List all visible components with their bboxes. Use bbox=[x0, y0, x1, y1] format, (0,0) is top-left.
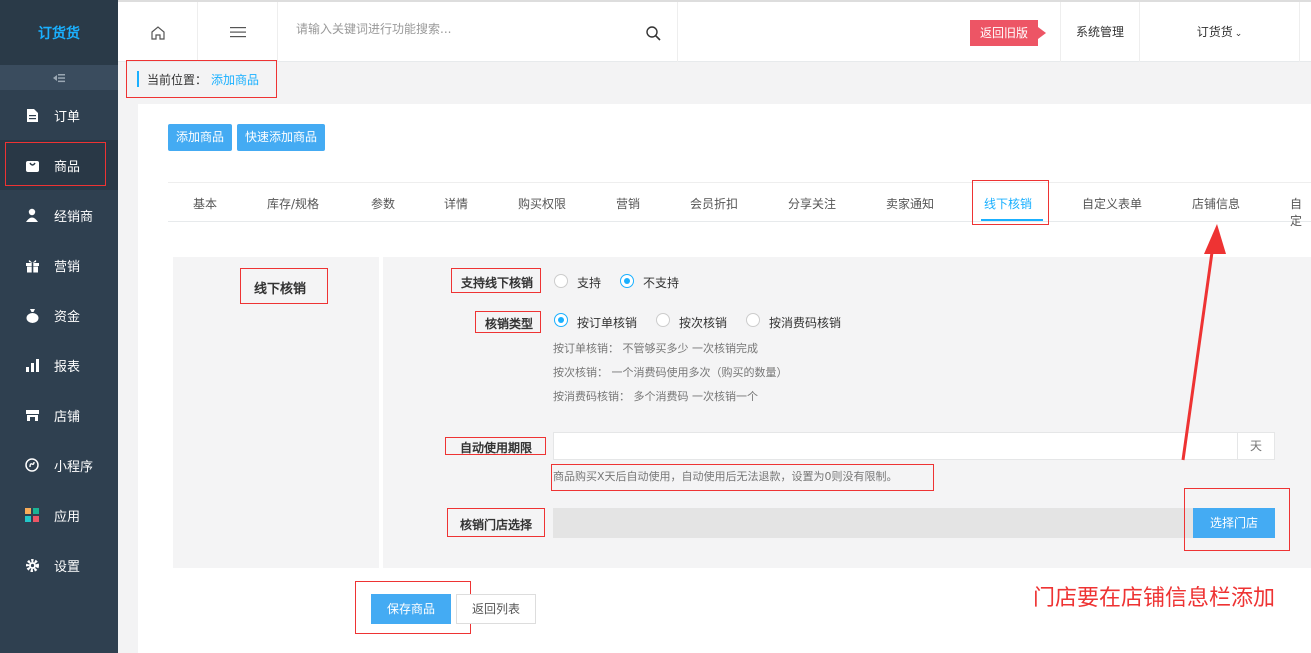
sidebar-item-label: 小程序 bbox=[54, 459, 94, 475]
apps-icon bbox=[24, 507, 40, 523]
tab-seller-notice[interactable]: 卖家通知 bbox=[886, 195, 934, 212]
mini-program-icon bbox=[24, 457, 40, 473]
file-icon bbox=[24, 107, 40, 123]
bar-chart-icon bbox=[24, 357, 40, 373]
tab-marketing[interactable]: 营销 bbox=[616, 195, 640, 212]
sidebar-item-label: 资金 bbox=[54, 309, 81, 325]
sidebar-item-distributors[interactable]: 经销商 bbox=[0, 190, 118, 240]
sidebar-item-label: 经销商 bbox=[54, 209, 94, 225]
quick-add-product-button[interactable]: 快速添加商品 bbox=[237, 124, 326, 151]
type-hint-order: 按订单核销： 不管够买多少 一次核销完成 bbox=[553, 342, 758, 355]
user-name: 订货货 bbox=[1196, 25, 1233, 39]
sidebar-collapse-button[interactable] bbox=[0, 65, 118, 90]
sidebar-item-label: 订单 bbox=[54, 109, 81, 125]
sidebar-item-reports[interactable]: 报表 bbox=[0, 340, 118, 390]
tab-store-info[interactable]: 店铺信息 bbox=[1192, 195, 1240, 212]
sidebar-item-store[interactable]: 店铺 bbox=[0, 390, 118, 440]
sidebar-item-orders[interactable]: 订单 bbox=[0, 90, 118, 140]
system-management-link[interactable]: 系统管理 bbox=[1060, 2, 1140, 62]
return-old-version-button[interactable]: 返回旧版 bbox=[970, 20, 1047, 46]
menu-icon bbox=[229, 27, 246, 38]
tab-custom-form[interactable]: 自定义表单 bbox=[1082, 195, 1142, 212]
user-icon bbox=[24, 207, 40, 223]
search-input[interactable] bbox=[296, 22, 636, 36]
support-yes-radio[interactable] bbox=[554, 274, 568, 288]
selected-stores-field bbox=[553, 508, 1193, 538]
back-to-list-button[interactable]: 返回列表 bbox=[456, 594, 536, 624]
collapse-icon bbox=[53, 73, 65, 82]
store-icon bbox=[24, 407, 40, 423]
auto-use-unit: 天 bbox=[1237, 432, 1275, 460]
section-title: 线下核销 bbox=[254, 282, 307, 297]
search-box bbox=[278, 2, 678, 62]
money-bag-icon bbox=[24, 307, 40, 323]
auto-use-hint: 商品购买X天后自动使用，自动使用后无法退款，设置为0则没有限制。 bbox=[553, 470, 898, 483]
sidebar-item-label: 营销 bbox=[54, 259, 81, 275]
highlight-box bbox=[355, 581, 471, 634]
auto-use-days-input[interactable] bbox=[553, 432, 1238, 460]
type-code-radio[interactable] bbox=[746, 313, 760, 327]
highlight-box bbox=[972, 180, 1049, 225]
add-product-button[interactable]: 添加商品 bbox=[168, 124, 233, 151]
home-button[interactable] bbox=[118, 2, 198, 62]
support-no-radio[interactable] bbox=[620, 274, 634, 288]
gear-icon bbox=[24, 557, 40, 573]
breadcrumb-current[interactable]: 添加商品 bbox=[211, 71, 259, 88]
search-icon[interactable] bbox=[646, 26, 661, 41]
tab-basic[interactable]: 基本 bbox=[193, 195, 217, 212]
menu-toggle-button[interactable] bbox=[198, 2, 278, 62]
sidebar-item-products[interactable]: 商品 bbox=[0, 140, 118, 190]
user-menu[interactable]: 订货货 ⌄ bbox=[1140, 2, 1300, 62]
sidebar: 订货货 订单 商品 经销商 营销 资金 报表 店铺 小程序 应用 设置 bbox=[0, 0, 118, 653]
tab-member-discount[interactable]: 会员折扣 bbox=[690, 195, 738, 212]
sidebar-item-settings[interactable]: 设置 bbox=[0, 540, 118, 590]
sidebar-item-label: 应用 bbox=[54, 509, 81, 525]
tab-stock[interactable]: 库存/规格 bbox=[267, 195, 319, 212]
sidebar-item-label: 设置 bbox=[54, 559, 81, 575]
sidebar-item-mini-program[interactable]: 小程序 bbox=[0, 440, 118, 490]
type-hint-times: 按次核销： 一个消费码使用多次（购买的数量） bbox=[553, 366, 788, 379]
highlight-box bbox=[1184, 488, 1290, 551]
breadcrumb: 当前位置： 添加商品 bbox=[126, 60, 277, 98]
type-times-label: 按次核销 bbox=[679, 316, 728, 330]
home-icon bbox=[150, 25, 165, 40]
top-bar: 返回旧版 系统管理 订货货⌄ bbox=[118, 0, 1311, 62]
gift-icon bbox=[24, 257, 40, 273]
sidebar-item-label: 报表 bbox=[54, 359, 81, 375]
type-order-radio[interactable] bbox=[554, 313, 568, 327]
tab-details[interactable]: 详情 bbox=[444, 195, 468, 212]
sidebar-item-funds[interactable]: 资金 bbox=[0, 290, 118, 340]
store-select-label: 核销门店选择 bbox=[460, 518, 533, 532]
sidebar-item-marketing[interactable]: 营销 bbox=[0, 240, 118, 290]
tab-purchase-permission[interactable]: 购买权限 bbox=[518, 195, 566, 212]
support-label: 支持线下核销 bbox=[461, 276, 534, 290]
type-label: 核销类型 bbox=[485, 317, 534, 331]
support-no-label: 不支持 bbox=[643, 276, 680, 290]
annotation-arrow-icon bbox=[1181, 224, 1226, 461]
app-logo[interactable]: 订货货 bbox=[0, 0, 118, 65]
annotation-text: 门店要在店铺信息栏添加 bbox=[1033, 586, 1276, 611]
support-yes-label: 支持 bbox=[577, 276, 602, 290]
type-order-label: 按订单核销 bbox=[577, 316, 638, 330]
tab-custom-more[interactable]: 自定 bbox=[1290, 195, 1311, 229]
section-title-box: 线下核销 bbox=[240, 268, 328, 304]
type-code-label: 按消费码核销 bbox=[769, 316, 842, 330]
tab-share[interactable]: 分享关注 bbox=[788, 195, 836, 212]
type-hint-code: 按消费码核销： 多个消费码 一次核销一个 bbox=[553, 390, 758, 403]
type-times-radio[interactable] bbox=[656, 313, 670, 327]
auto-use-label: 自动使用期限 bbox=[460, 441, 533, 455]
sidebar-item-apps[interactable]: 应用 bbox=[0, 490, 118, 540]
sidebar-item-label: 店铺 bbox=[54, 409, 81, 425]
breadcrumb-prefix: 当前位置： bbox=[147, 72, 208, 87]
tab-bar: 基本 库存/规格 参数 详情 购买权限 营销 会员折扣 分享关注 卖家通知 线下… bbox=[168, 182, 1311, 228]
tab-params[interactable]: 参数 bbox=[371, 195, 395, 212]
chevron-down-icon: ⌄ bbox=[1234, 29, 1243, 39]
